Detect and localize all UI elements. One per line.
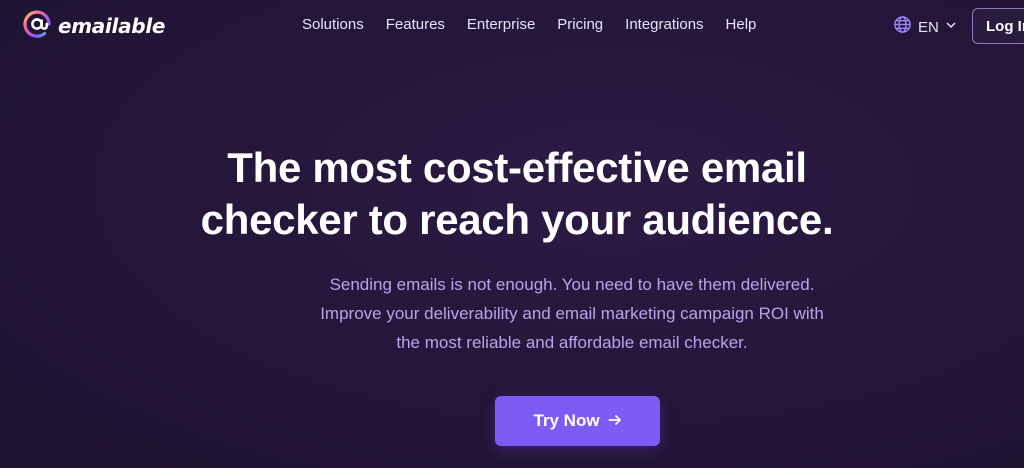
- brand-logo[interactable]: emailable: [22, 10, 165, 42]
- language-selector[interactable]: EN: [893, 15, 957, 39]
- hero-title-line-1: The most cost-effective email: [227, 144, 807, 191]
- nav-item-enterprise[interactable]: Enterprise: [467, 16, 535, 33]
- hero-subtitle-line-1: Sending emails is not enough. You need t…: [329, 275, 815, 294]
- top-navigation: emailable Solutions Features Enterprise …: [0, 0, 1024, 52]
- arrow-right-icon: [608, 411, 622, 431]
- hero-title: The most cost-effective email checker to…: [200, 142, 834, 246]
- logo-icon: [22, 9, 52, 44]
- nav-item-solutions[interactable]: Solutions: [302, 16, 364, 33]
- login-button[interactable]: Log In: [972, 8, 1024, 44]
- hero-subtitle: Sending emails is not enough. You need t…: [262, 270, 882, 357]
- nav-item-features[interactable]: Features: [386, 16, 445, 33]
- language-label: EN: [918, 18, 939, 36]
- nav-item-help[interactable]: Help: [726, 16, 757, 33]
- nav-item-integrations[interactable]: Integrations: [625, 16, 703, 33]
- brand-name: emailable: [58, 14, 166, 38]
- nav-item-pricing[interactable]: Pricing: [557, 16, 603, 33]
- try-now-button[interactable]: Try Now: [495, 396, 660, 446]
- chevron-down-icon: [945, 18, 957, 36]
- try-now-label: Try Now: [533, 411, 600, 430]
- globe-icon: [893, 15, 912, 39]
- hero-subtitle-line-3: the most reliable and affordable email c…: [396, 333, 748, 352]
- hero-subtitle-line-2: Improve your deliverability and email ma…: [320, 304, 824, 323]
- main-menu: Solutions Features Enterprise Pricing In…: [302, 16, 778, 33]
- hero-title-line-2: checker to reach your audience.: [200, 196, 834, 243]
